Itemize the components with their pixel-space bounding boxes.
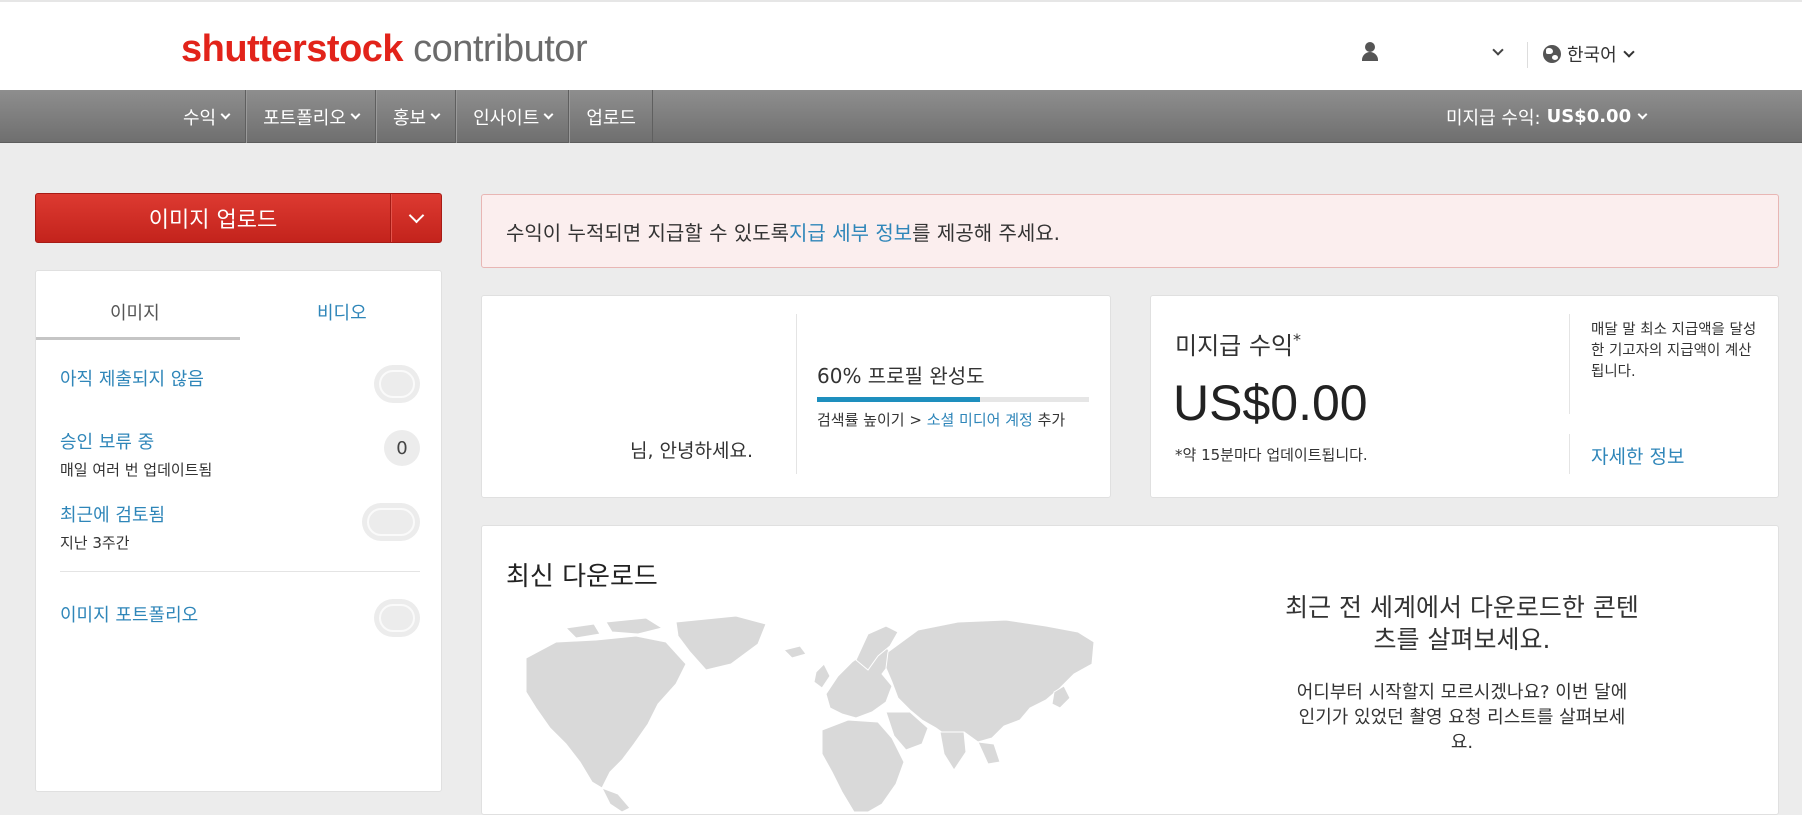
chevron-down-icon [430, 109, 441, 120]
profile-hint-before: 검색률 높이기 > [817, 411, 927, 429]
earnings-title-text: 미지급 수익 [1175, 332, 1294, 360]
header-divider [1527, 42, 1528, 68]
user-menu[interactable] [1360, 40, 1508, 68]
stat-title[interactable]: 이미지 포트폴리오 [60, 601, 420, 627]
earnings-title-mark: * [1293, 330, 1302, 349]
earnings-update-note: *약 15분마다 업데이트됩니다. [1175, 446, 1368, 464]
nav-item-label: 수익 [183, 107, 217, 129]
chevron-down-icon [408, 207, 425, 223]
logo-brand: shutterstock [181, 28, 404, 70]
latest-downloads-title: 최신 다운로드 [506, 562, 658, 592]
profile-hint: 검색률 높이기 > 소셜 미디어 계정 추가 [817, 409, 1065, 430]
payout-details-alert: 수익이 누적되면 지급할 수 있도록 지급 세부 정보 를 제공해 주세요. [481, 194, 1779, 268]
more-info-link[interactable]: 자세한 정보 [1591, 442, 1684, 469]
alert-text-before: 수익이 누적되면 지급할 수 있도록 [506, 220, 790, 245]
media-tabs: 이미지 비디오 [36, 271, 441, 341]
globe-icon [1543, 45, 1561, 63]
earnings-side-note: 매달 말 최소 지급액을 달성한 기고자의 지급액이 계산됩니다. [1591, 322, 1757, 380]
main-nav: 수익 포트폴리오 홍보 인사이트 업로드 미지급 수익: US$0.00 [0, 90, 1802, 143]
tab-images[interactable]: 이미지 [110, 299, 160, 325]
nav-item-label: 업로드 [586, 107, 636, 129]
user-icon [1360, 42, 1380, 62]
downloads-headline: 최근 전 세계에서 다운로드한 콘텐츠를 살펴보세요. [1285, 593, 1639, 654]
language-selector[interactable]: 한국어 [1543, 42, 1635, 66]
earnings-divider [1569, 314, 1570, 414]
active-tab-indicator [36, 337, 240, 340]
earnings-amount: US$0.00 [1173, 375, 1368, 431]
earnings-divider [1569, 434, 1570, 474]
downloads-body: 어디부터 시작할지 모르시겠나요? 이번 달에 인기가 있었던 촬영 요청 리스… [1296, 682, 1628, 753]
upload-options-toggle[interactable] [391, 194, 441, 242]
nav-item-upload[interactable]: 업로드 [569, 90, 653, 143]
world-map[interactable] [526, 612, 1094, 812]
greeting-text: 님, 안녕하세요. [630, 440, 753, 462]
profile-card: 님, 안녕하세요. 60% 프로필 완성도 검색률 높이기 > 소셜 미디어 계… [481, 295, 1111, 498]
earnings-title: 미지급 수익* [1175, 326, 1301, 361]
stat-image-portfolio[interactable]: 이미지 포트폴리오 [60, 599, 420, 641]
alert-text-after: 를 제공해 주세요. [912, 220, 1061, 245]
profile-completion-label: 60% 프로필 완성도 [817, 364, 985, 388]
stat-title[interactable]: 아직 제출되지 않음 [60, 365, 420, 391]
stat-count-badge [374, 365, 420, 403]
language-label: 한국어 [1567, 45, 1617, 66]
portfolio-stats-card: 이미지 비디오 아직 제출되지 않음 승인 보류 중 매일 여러 번 업데이트됨… [35, 270, 442, 792]
unpaid-earnings-card: 미지급 수익* US$0.00 *약 15분마다 업데이트됩니다. 매달 말 최… [1150, 295, 1779, 498]
stat-subtitle: 지난 3주간 [60, 534, 130, 552]
nav-item-label: 인사이트 [473, 107, 540, 129]
nav-item-insights[interactable]: 인사이트 [456, 90, 570, 143]
latest-downloads-card: 최신 다운로드 최근 전 세계에서 다운로드한 콘텐츠를 살펴보세요. 어디부터… [481, 525, 1779, 815]
logo[interactable]: shutterstock contributor [181, 28, 588, 71]
nav-menu: 수익 포트폴리오 홍보 인사이트 업로드 [167, 90, 653, 143]
chevron-down-icon [1492, 44, 1504, 56]
profile-hint-after: 추가 [1032, 411, 1066, 429]
pending-earnings-menu[interactable]: 미지급 수익: US$0.00 [1446, 90, 1648, 143]
nav-item-promote[interactable]: 홍보 [375, 90, 457, 143]
stat-count-badge: 0 [384, 430, 420, 466]
nav-item-label: 홍보 [392, 107, 427, 129]
upload-images-button[interactable]: 이미지 업로드 [35, 193, 442, 243]
stats-divider [60, 571, 420, 572]
profile-divider [796, 314, 797, 474]
profile-completion-bar [817, 397, 1089, 402]
stat-title[interactable]: 승인 보류 중 [60, 428, 420, 454]
chevron-down-icon [350, 109, 361, 120]
tab-video[interactable]: 비디오 [317, 299, 367, 325]
stat-pending-review[interactable]: 승인 보류 중 매일 여러 번 업데이트됨 0 [60, 428, 420, 479]
nav-item-portfolio[interactable]: 포트폴리오 [246, 90, 376, 143]
pending-earnings-amount: US$0.00 [1546, 106, 1632, 127]
profile-completion-fill [817, 397, 981, 402]
top-header: shutterstock contributor 한국어 [0, 0, 1802, 90]
upload-button-label: 이미지 업로드 [36, 194, 391, 242]
chevron-down-icon [1623, 46, 1635, 58]
social-media-link[interactable]: 소셜 미디어 계정 [927, 411, 1033, 429]
stat-count-badge [362, 503, 420, 541]
stat-not-submitted[interactable]: 아직 제출되지 않음 [60, 365, 420, 409]
chevron-down-icon [543, 109, 554, 120]
payout-details-link[interactable]: 지급 세부 정보 [789, 217, 912, 246]
nav-item-earnings[interactable]: 수익 [167, 90, 247, 143]
chevron-down-icon [1637, 109, 1648, 120]
pending-earnings-label: 미지급 수익: [1446, 107, 1541, 129]
logo-suffix: contributor [413, 28, 588, 70]
stat-recently-reviewed[interactable]: 최근에 검토됨 지난 3주간 [60, 501, 420, 552]
stat-count-badge [374, 599, 420, 637]
chevron-down-icon [220, 109, 231, 120]
stat-subtitle: 매일 여러 번 업데이트됨 [60, 461, 213, 479]
nav-item-label: 포트폴리오 [263, 107, 346, 129]
